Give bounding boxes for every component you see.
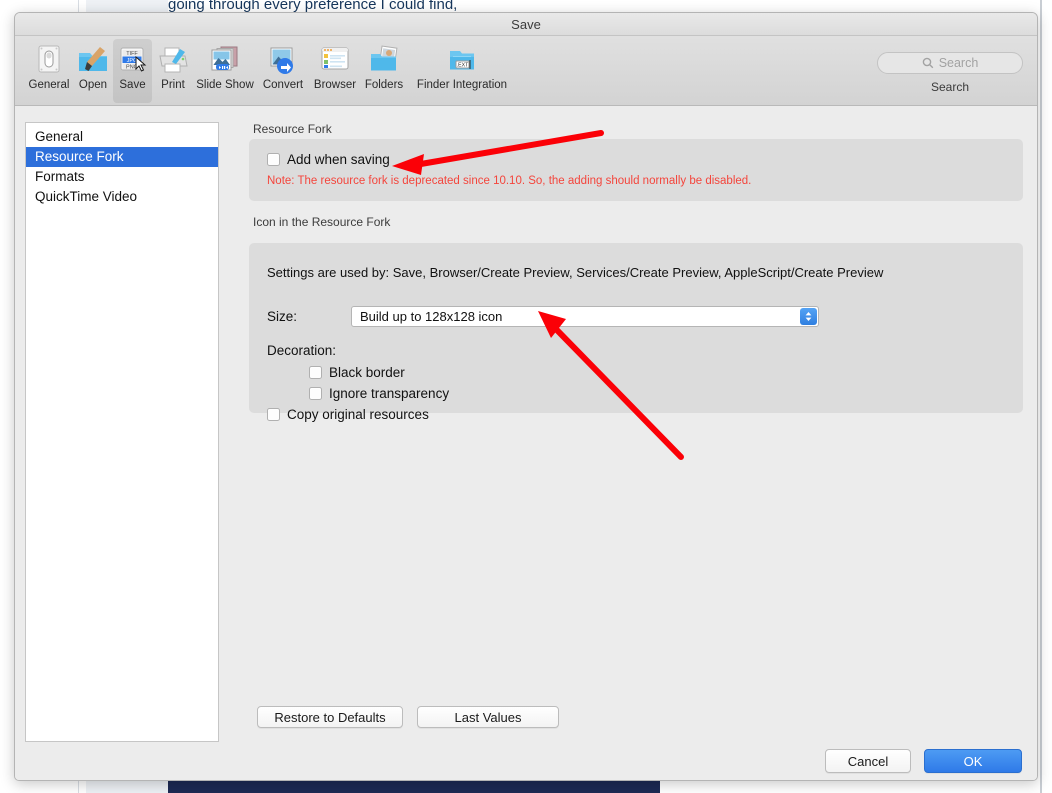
open-folder-brush-icon: [76, 44, 110, 76]
toolbar-label-print: Print: [161, 79, 185, 91]
settings-used-by-text: Settings are used by: Save, Browser/Crea…: [267, 265, 884, 280]
toolbar-label-open: Open: [78, 79, 108, 91]
toolbar-item-convert[interactable]: Convert: [259, 39, 307, 103]
ok-button[interactable]: OK: [924, 749, 1022, 773]
finder-integration-icon: .EXT: [445, 44, 479, 76]
toolbar-label-save: Save: [119, 79, 146, 91]
size-popup-button[interactable]: Build up to 128x128 icon: [351, 306, 819, 327]
toolbar-label-finder-integration: Finder Integration: [416, 79, 508, 91]
toolbar-item-slide-show[interactable]: Slide Show: [193, 39, 257, 103]
decoration-label: Decoration:: [267, 343, 337, 358]
resource-fork-group: Add when saving Note: The resource fork …: [249, 139, 1023, 201]
icon-in-resource-fork-group: Settings are used by: Save, Browser/Crea…: [249, 243, 1023, 422]
browser-window-icon: [318, 44, 352, 76]
toolbar-label-slide-show: Slide Show: [196, 79, 254, 91]
window-footer: Cancel OK: [15, 744, 1037, 780]
preferences-content-pane: Resource Fork Add when saving Note: The …: [249, 122, 1023, 742]
content-action-buttons: Restore to Defaults Last Values: [257, 706, 559, 728]
preferences-sidebar[interactable]: General Resource Fork Formats QuickTime …: [25, 122, 219, 742]
search-area: Search Search: [877, 52, 1023, 94]
black-border-label: Black border: [329, 365, 405, 380]
copy-original-resources-label: Copy original resources: [287, 407, 429, 422]
toolbar-item-print[interactable]: Print: [155, 39, 191, 103]
add-when-saving-row[interactable]: Add when saving: [267, 152, 1023, 167]
icon-group-title: Icon in the Resource Fork: [253, 215, 391, 229]
toolbar-label-browser: Browser: [313, 79, 357, 91]
toolbar-item-save[interactable]: TIFF JPG PNG Save: [113, 39, 152, 103]
sidebar-item-general[interactable]: General: [26, 127, 218, 147]
toolbar-item-open[interactable]: Open: [73, 39, 113, 103]
add-when-saving-label: Add when saving: [287, 152, 390, 167]
copy-original-resources-row[interactable]: Copy original resources: [267, 407, 1023, 422]
folders-photo-icon: [367, 44, 401, 76]
search-placeholder: Search: [938, 56, 979, 70]
size-row: Size: Build up to 128x128 icon: [267, 306, 1023, 327]
slideshow-icon: [208, 44, 242, 76]
background-right-rule: [1040, 0, 1042, 793]
restore-to-defaults-button[interactable]: Restore to Defaults: [257, 706, 403, 728]
ignore-transparency-label: Ignore transparency: [329, 386, 450, 401]
convert-arrow-icon: [266, 44, 300, 76]
size-selected-value: Build up to 128x128 icon: [360, 309, 503, 324]
decoration-checkbox-list: Black border Ignore transparency: [309, 365, 1023, 401]
window-body: General Resource Fork Formats QuickTime …: [15, 106, 1037, 746]
resource-fork-note: Note: The resource fork is deprecated si…: [267, 175, 752, 187]
ignore-transparency-checkbox[interactable]: [309, 387, 322, 400]
size-label: Size:: [267, 309, 298, 324]
save-formats-icon: TIFF JPG PNG: [116, 44, 150, 76]
toolbar-label-general: General: [28, 79, 70, 91]
black-border-row[interactable]: Black border: [309, 365, 1023, 380]
window-titlebar: Save: [15, 13, 1037, 36]
sidebar-item-formats[interactable]: Formats: [26, 167, 218, 187]
toolbar-label-convert: Convert: [262, 79, 304, 91]
background-bottom-strip: [168, 781, 660, 793]
toolbar-item-finder-integration[interactable]: .EXT Finder Integration: [407, 39, 517, 103]
toolbar-item-general[interactable]: General: [25, 39, 73, 103]
window-title: Save: [511, 17, 541, 32]
general-icon: [32, 44, 66, 76]
preferences-toolbar: General Open TIFF JPG PNG Save Print Sli…: [15, 36, 1037, 106]
ignore-transparency-row[interactable]: Ignore transparency: [309, 386, 1023, 401]
save-preferences-window: Save General Open TIFF JPG PNG Save Prin…: [14, 12, 1038, 781]
resource-fork-group-title: Resource Fork: [253, 122, 332, 136]
black-border-checkbox[interactable]: [309, 366, 322, 379]
toolbar-item-browser[interactable]: Browser: [309, 39, 361, 103]
search-icon: [922, 57, 933, 69]
last-values-button[interactable]: Last Values: [417, 706, 559, 728]
svg-text:.EXT: .EXT: [457, 62, 469, 68]
toolbar-item-folders[interactable]: Folders: [361, 39, 407, 103]
add-when-saving-checkbox[interactable]: [267, 153, 280, 166]
chevron-up-down-icon[interactable]: [800, 308, 817, 325]
svg-text:TIFF: TIFF: [126, 51, 138, 57]
printer-icon: [156, 44, 190, 76]
toolbar-label-folders: Folders: [364, 79, 404, 91]
copy-original-resources-checkbox[interactable]: [267, 408, 280, 421]
cancel-button[interactable]: Cancel: [825, 749, 911, 773]
search-toolbar-label: Search: [930, 80, 970, 94]
sidebar-item-quicktime-video[interactable]: QuickTime Video: [26, 187, 218, 207]
sidebar-item-resource-fork[interactable]: Resource Fork: [26, 147, 218, 167]
search-input[interactable]: Search: [877, 52, 1023, 74]
